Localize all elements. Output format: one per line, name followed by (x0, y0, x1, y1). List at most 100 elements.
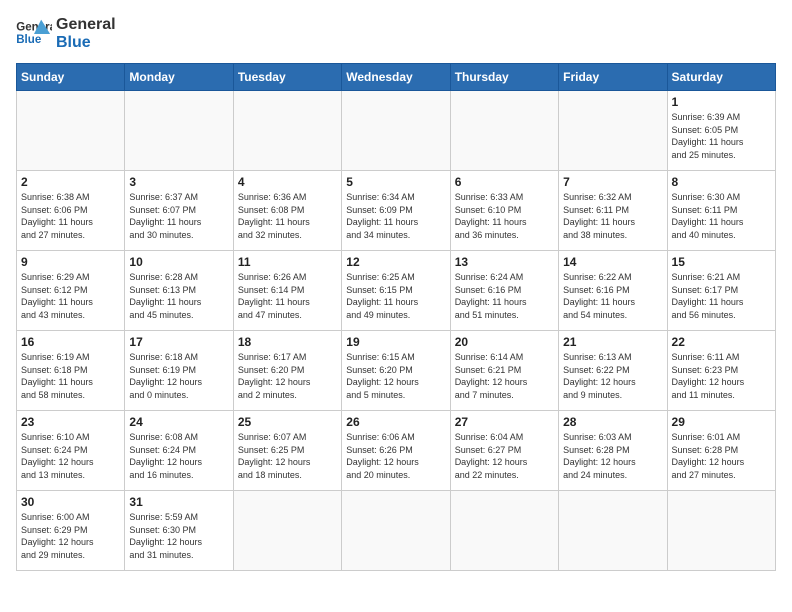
day-number: 11 (238, 255, 337, 269)
calendar-cell (342, 491, 450, 571)
calendar-cell: 4 Sunrise: 6:36 AM Sunset: 6:08 PM Daylig… (233, 171, 341, 251)
calendar-week-1: 1 Sunrise: 6:39 AM Sunset: 6:05 PM Daylig… (17, 91, 776, 171)
logo-general: General (56, 16, 116, 34)
calendar-cell: 28Sunrise: 6:03 AM Sunset: 6:28 PM Dayli… (559, 411, 667, 491)
calendar-cell (450, 491, 558, 571)
calendar-cell: 27Sunrise: 6:04 AM Sunset: 6:27 PM Dayli… (450, 411, 558, 491)
calendar-cell: 21 Sunrise: 6:13 AM Sunset: 6:22 PM Dayli… (559, 331, 667, 411)
calendar-cell (342, 91, 450, 171)
day-number: 12 (346, 255, 445, 269)
day-info: Sunrise: 6:25 AM Sunset: 6:15 PM Dayligh… (346, 271, 445, 321)
day-info: Sunrise: 6:00 AM Sunset: 6:29 PM Dayligh… (21, 511, 120, 561)
calendar-cell: 13Sunrise: 6:24 AM Sunset: 6:16 PM Dayli… (450, 251, 558, 331)
day-number: 4 (238, 175, 337, 189)
calendar-cell: 26 Sunrise: 6:06 AM Sunset: 6:26 PM Dayli… (342, 411, 450, 491)
weekday-header-tuesday: Tuesday (233, 64, 341, 91)
calendar-cell: 31 Sunrise: 5:59 AM Sunset: 6:30 PM Dayli… (125, 491, 233, 571)
day-info: Sunrise: 6:03 AM Sunset: 6:28 PM Dayligh… (563, 431, 662, 481)
day-number: 18 (238, 335, 337, 349)
calendar-cell (233, 491, 341, 571)
day-info: Sunrise: 6:22 AM Sunset: 6:16 PM Dayligh… (563, 271, 662, 321)
calendar-cell: 18Sunrise: 6:17 AM Sunset: 6:20 PM Dayli… (233, 331, 341, 411)
calendar-cell: 8Sunrise: 6:30 AM Sunset: 6:11 PM Daylig… (667, 171, 775, 251)
weekday-header-friday: Friday (559, 64, 667, 91)
calendar-cell: 9 Sunrise: 6:29 AM Sunset: 6:12 PM Daylig… (17, 251, 125, 331)
calendar-cell: 24 Sunrise: 6:08 AM Sunset: 6:24 PM Dayli… (125, 411, 233, 491)
weekday-header-saturday: Saturday (667, 64, 775, 91)
day-info: Sunrise: 6:06 AM Sunset: 6:26 PM Dayligh… (346, 431, 445, 481)
calendar-cell: 2 Sunrise: 6:38 AM Sunset: 6:06 PM Daylig… (17, 171, 125, 251)
logo: General Blue General Blue (16, 16, 116, 51)
calendar-cell: 10 Sunrise: 6:28 AM Sunset: 6:13 PM Dayli… (125, 251, 233, 331)
day-info: Sunrise: 6:15 AM Sunset: 6:20 PM Dayligh… (346, 351, 445, 401)
calendar-cell: 20Sunrise: 6:14 AM Sunset: 6:21 PM Dayli… (450, 331, 558, 411)
calendar-cell (667, 491, 775, 571)
day-number: 13 (455, 255, 554, 269)
calendar-week-4: 16Sunrise: 6:19 AM Sunset: 6:18 PM Dayli… (17, 331, 776, 411)
day-info: Sunrise: 6:38 AM Sunset: 6:06 PM Dayligh… (21, 191, 120, 241)
day-number: 22 (672, 335, 771, 349)
day-number: 17 (129, 335, 228, 349)
page-header: General Blue General Blue (16, 16, 776, 51)
day-info: Sunrise: 6:32 AM Sunset: 6:11 PM Dayligh… (563, 191, 662, 241)
day-info: Sunrise: 6:28 AM Sunset: 6:13 PM Dayligh… (129, 271, 228, 321)
calendar-cell (233, 91, 341, 171)
calendar-week-2: 2 Sunrise: 6:38 AM Sunset: 6:06 PM Daylig… (17, 171, 776, 251)
calendar-cell: 11Sunrise: 6:26 AM Sunset: 6:14 PM Dayli… (233, 251, 341, 331)
calendar-cell: 23Sunrise: 6:10 AM Sunset: 6:24 PM Dayli… (17, 411, 125, 491)
calendar-cell: 25 Sunrise: 6:07 AM Sunset: 6:25 PM Dayli… (233, 411, 341, 491)
day-info: Sunrise: 6:07 AM Sunset: 6:25 PM Dayligh… (238, 431, 337, 481)
calendar-cell: 29Sunrise: 6:01 AM Sunset: 6:28 PM Dayli… (667, 411, 775, 491)
day-number: 10 (129, 255, 228, 269)
day-number: 6 (455, 175, 554, 189)
weekday-header-row: SundayMondayTuesdayWednesdayThursdayFrid… (17, 64, 776, 91)
day-info: Sunrise: 6:18 AM Sunset: 6:19 PM Dayligh… (129, 351, 228, 401)
day-number: 2 (21, 175, 120, 189)
logo-icon: General Blue (16, 18, 52, 50)
day-info: Sunrise: 5:59 AM Sunset: 6:30 PM Dayligh… (129, 511, 228, 561)
day-info: Sunrise: 6:10 AM Sunset: 6:24 PM Dayligh… (21, 431, 120, 481)
calendar-cell: 12 Sunrise: 6:25 AM Sunset: 6:15 PM Dayli… (342, 251, 450, 331)
calendar-cell: 3Sunrise: 6:37 AM Sunset: 6:07 PM Daylig… (125, 171, 233, 251)
calendar-table: SundayMondayTuesdayWednesdayThursdayFrid… (16, 63, 776, 571)
day-info: Sunrise: 6:14 AM Sunset: 6:21 PM Dayligh… (455, 351, 554, 401)
day-info: Sunrise: 6:29 AM Sunset: 6:12 PM Dayligh… (21, 271, 120, 321)
day-info: Sunrise: 6:39 AM Sunset: 6:05 PM Dayligh… (672, 111, 771, 161)
day-number: 30 (21, 495, 120, 509)
calendar-cell: 6 Sunrise: 6:33 AM Sunset: 6:10 PM Daylig… (450, 171, 558, 251)
day-info: Sunrise: 6:13 AM Sunset: 6:22 PM Dayligh… (563, 351, 662, 401)
weekday-header-thursday: Thursday (450, 64, 558, 91)
day-info: Sunrise: 6:08 AM Sunset: 6:24 PM Dayligh… (129, 431, 228, 481)
calendar-cell (559, 491, 667, 571)
calendar-cell: 16Sunrise: 6:19 AM Sunset: 6:18 PM Dayli… (17, 331, 125, 411)
calendar-cell: 22 Sunrise: 6:11 AM Sunset: 6:23 PM Dayli… (667, 331, 775, 411)
day-info: Sunrise: 6:11 AM Sunset: 6:23 PM Dayligh… (672, 351, 771, 401)
calendar-cell (125, 91, 233, 171)
day-number: 31 (129, 495, 228, 509)
calendar-cell: 15Sunrise: 6:21 AM Sunset: 6:17 PM Dayli… (667, 251, 775, 331)
day-number: 24 (129, 415, 228, 429)
day-number: 19 (346, 335, 445, 349)
day-number: 7 (563, 175, 662, 189)
day-number: 26 (346, 415, 445, 429)
day-number: 14 (563, 255, 662, 269)
day-info: Sunrise: 6:34 AM Sunset: 6:09 PM Dayligh… (346, 191, 445, 241)
day-info: Sunrise: 6:36 AM Sunset: 6:08 PM Dayligh… (238, 191, 337, 241)
day-info: Sunrise: 6:01 AM Sunset: 6:28 PM Dayligh… (672, 431, 771, 481)
day-number: 5 (346, 175, 445, 189)
calendar-week-3: 9 Sunrise: 6:29 AM Sunset: 6:12 PM Daylig… (17, 251, 776, 331)
day-info: Sunrise: 6:04 AM Sunset: 6:27 PM Dayligh… (455, 431, 554, 481)
day-number: 8 (672, 175, 771, 189)
day-number: 1 (672, 95, 771, 109)
calendar-week-5: 23Sunrise: 6:10 AM Sunset: 6:24 PM Dayli… (17, 411, 776, 491)
calendar-cell: 17 Sunrise: 6:18 AM Sunset: 6:19 PM Dayli… (125, 331, 233, 411)
day-info: Sunrise: 6:37 AM Sunset: 6:07 PM Dayligh… (129, 191, 228, 241)
day-number: 9 (21, 255, 120, 269)
calendar-cell: 14 Sunrise: 6:22 AM Sunset: 6:16 PM Dayli… (559, 251, 667, 331)
day-info: Sunrise: 6:33 AM Sunset: 6:10 PM Dayligh… (455, 191, 554, 241)
svg-text:Blue: Blue (16, 33, 42, 45)
calendar-header: SundayMondayTuesdayWednesdayThursdayFrid… (17, 64, 776, 91)
day-number: 21 (563, 335, 662, 349)
calendar-cell: 5 Sunrise: 6:34 AM Sunset: 6:09 PM Daylig… (342, 171, 450, 251)
day-number: 25 (238, 415, 337, 429)
